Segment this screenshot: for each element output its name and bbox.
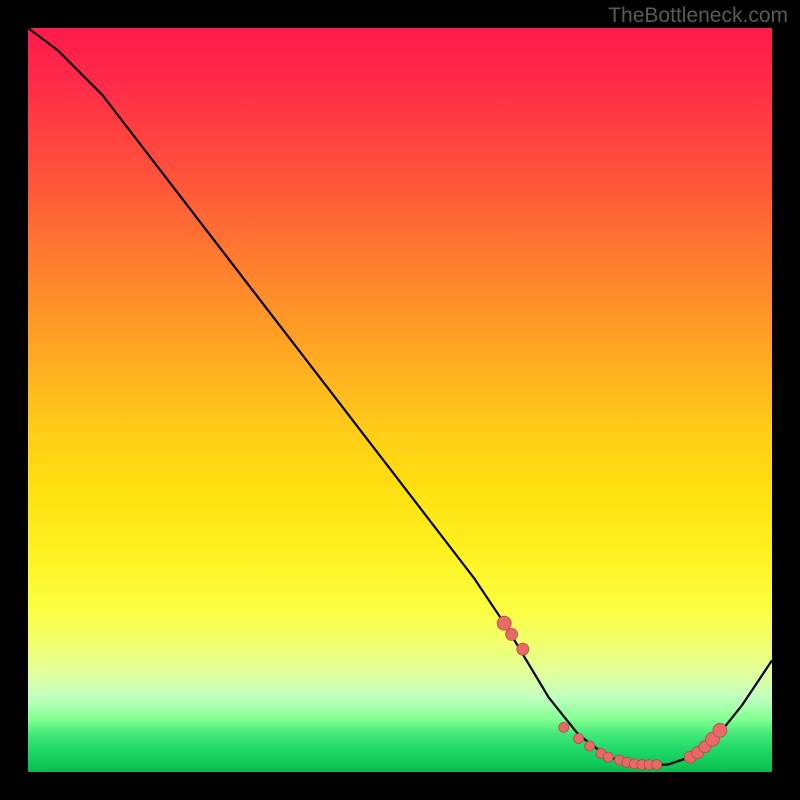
chart-plot-area [28,28,772,772]
chart-svg [28,28,772,772]
highlight-dot [585,741,595,751]
highlight-dot [497,616,511,630]
highlight-dot [603,752,613,762]
highlight-dots-group [497,616,727,769]
bottleneck-curve [28,28,772,765]
highlight-dot [506,628,518,640]
highlight-dot [559,722,569,732]
highlight-dot [652,760,662,770]
highlight-dot [517,643,529,655]
highlight-dot [574,734,584,744]
watermark-text: TheBottleneck.com [608,4,788,28]
highlight-dot [713,723,727,737]
